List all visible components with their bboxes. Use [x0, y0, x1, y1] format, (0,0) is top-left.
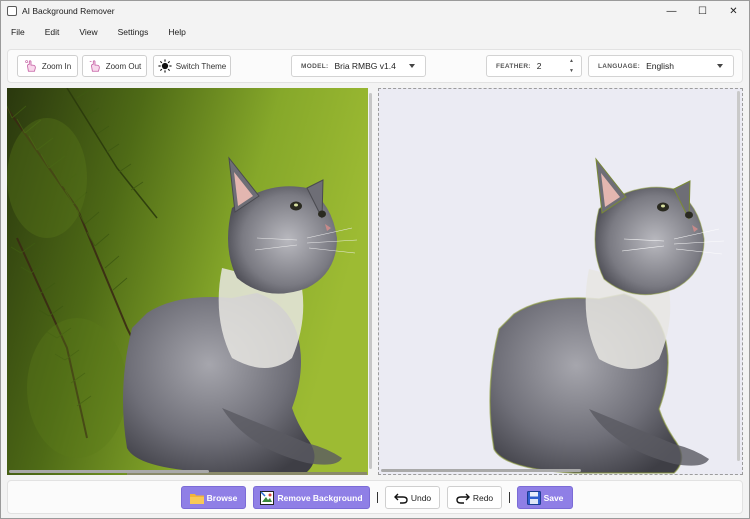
language-select[interactable]: LANGUAGE: English: [588, 55, 734, 77]
toolbar: Zoom In Zoom Out Switch Theme MODEL: Bri…: [7, 49, 743, 83]
undo-arrow-icon: [393, 493, 408, 504]
language-value: English: [646, 61, 674, 71]
horizontal-scrollbar[interactable]: [9, 470, 209, 473]
feather-label: FEATHER:: [496, 62, 531, 70]
chevron-down-icon[interactable]: ▼: [569, 68, 574, 74]
original-image-panel[interactable]: [5, 87, 368, 475]
app-icon: [7, 6, 17, 16]
horizontal-scrollbar[interactable]: [381, 469, 581, 472]
maximize-button[interactable]: ☐: [687, 1, 718, 21]
model-select[interactable]: MODEL: Bria RMBG v1.4: [291, 55, 426, 77]
switch-theme-label: Switch Theme: [175, 61, 227, 71]
chevron-down-icon: [717, 64, 723, 68]
image-edit-icon: [260, 490, 275, 505]
zoom-out-button[interactable]: Zoom Out: [82, 55, 147, 77]
app-window: AI Background Remover — ☐ ✕ File Edit Vi…: [0, 0, 750, 519]
browse-label: Browse: [206, 492, 238, 503]
result-image: [379, 89, 742, 474]
menu-bar: File Edit View Settings Help: [1, 22, 196, 42]
remove-background-label: Remove Background: [277, 492, 363, 503]
undo-button[interactable]: Undo: [385, 486, 440, 509]
menu-edit[interactable]: Edit: [35, 27, 70, 37]
feather-spinbox[interactable]: FEATHER: 2 ▲ ▼: [486, 55, 582, 77]
feather-value[interactable]: 2: [537, 61, 542, 71]
zoom-out-label: Zoom Out: [105, 61, 142, 71]
folder-icon: [189, 493, 204, 504]
redo-label: Redo: [472, 492, 494, 503]
chevron-down-icon: [409, 64, 415, 68]
panel-splitter-handle[interactable]: [369, 93, 372, 469]
hand-pinch-icon: [89, 60, 100, 72]
floppy-disk-icon: [526, 490, 541, 505]
redo-arrow-icon: [456, 493, 470, 504]
undo-label: Undo: [410, 492, 432, 503]
menu-settings[interactable]: Settings: [108, 27, 159, 37]
original-image: [5, 87, 368, 475]
close-button[interactable]: ✕: [718, 1, 749, 21]
menu-view[interactable]: View: [69, 27, 107, 37]
separator: [509, 492, 510, 503]
language-label: LANGUAGE:: [598, 62, 641, 70]
model-value: Bria RMBG v1.4: [334, 61, 396, 71]
action-bar: Browse Remove Background Undo Redo Save: [7, 480, 743, 514]
save-label: Save: [543, 492, 564, 503]
title-bar: AI Background Remover — ☐ ✕: [1, 1, 749, 21]
browse-button[interactable]: Browse: [181, 486, 246, 509]
vertical-scrollbar[interactable]: [737, 91, 740, 461]
model-label: MODEL:: [301, 62, 329, 70]
feather-stepper[interactable]: ▲ ▼: [566, 58, 577, 74]
sun-moon-icon: [158, 59, 172, 73]
result-image-panel[interactable]: [378, 88, 743, 475]
remove-background-button[interactable]: Remove Background: [253, 486, 370, 509]
window-title: AI Background Remover: [22, 6, 115, 16]
minimize-button[interactable]: —: [656, 1, 687, 21]
save-button[interactable]: Save: [517, 486, 573, 509]
zoom-in-label: Zoom In: [41, 61, 72, 71]
zoom-in-button[interactable]: Zoom In: [17, 55, 78, 77]
window-controls: — ☐ ✕: [656, 1, 749, 21]
switch-theme-button[interactable]: Switch Theme: [153, 55, 231, 77]
menu-help[interactable]: Help: [158, 27, 195, 37]
menu-file[interactable]: File: [1, 27, 35, 37]
chevron-up-icon[interactable]: ▲: [569, 58, 574, 64]
separator: [377, 492, 378, 503]
redo-button[interactable]: Redo: [447, 486, 502, 509]
hand-pinch-icon: [25, 60, 36, 72]
